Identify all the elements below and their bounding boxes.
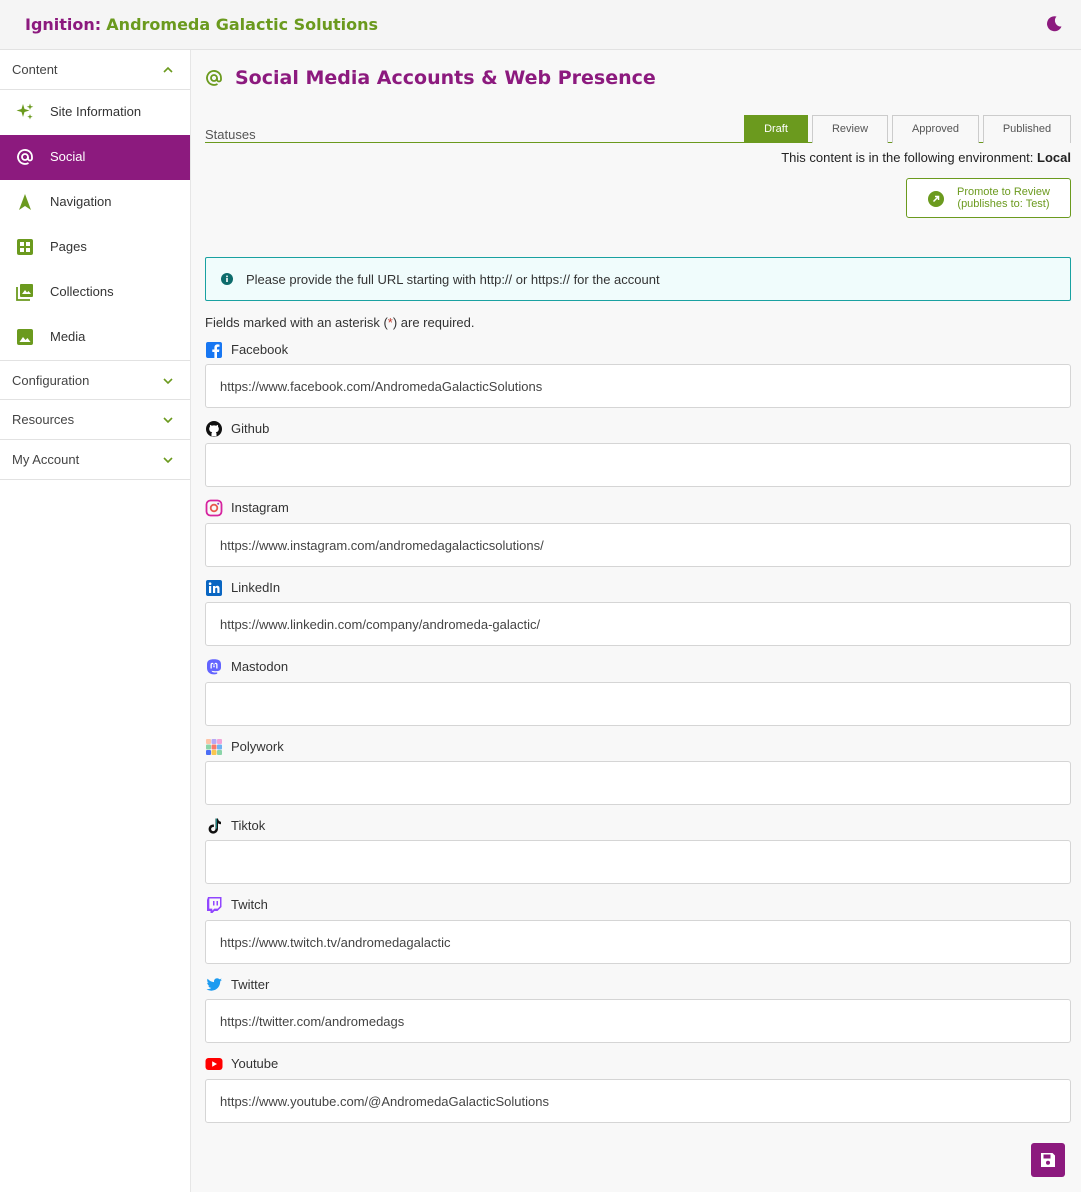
mastodon-icon [207,659,221,675]
sidebar-item-collections[interactable]: Collections [0,270,190,315]
sidebar-item-label: Navigation [50,194,112,209]
twitch-url-input[interactable] [205,920,1071,964]
required-note: Fields marked with an asterisk (*) are r… [205,315,475,330]
instagram-url-input[interactable] [205,523,1071,567]
sidebar-item-label: Collections [50,284,114,299]
save-button[interactable] [1031,1143,1065,1177]
collections-icon [16,284,33,301]
navigation-arrow-icon [19,194,31,210]
moon-icon[interactable] [1044,14,1064,34]
sidebar-item-label: Site Information [50,104,142,119]
sidebar: Content Site Information Social Navigati… [0,50,191,1192]
instagram-icon [205,499,223,517]
chevron-up-icon [163,66,173,73]
sidebar-section-content[interactable]: Content [0,50,190,90]
linkedin-url-input[interactable] [205,602,1071,646]
sidebar-item-pages[interactable]: Pages [0,225,190,270]
brand-prefix: Ignition: [25,15,102,34]
chevron-down-icon [163,417,173,424]
environment-notice: This content is in the following environ… [781,150,1071,165]
polywork-icon [206,739,222,755]
promote-line-2: (publishes to: Test) [957,198,1050,210]
info-text: Please provide the full URL starting wit… [246,272,660,287]
statuses-label: Statuses [205,127,256,142]
field-label-text: LinkedIn [231,580,281,595]
field-label-text: Instagram [231,500,289,515]
at-icon [206,70,222,86]
sidebar-item-label: Pages [50,239,87,254]
field-label-text: Mastodon [231,659,289,674]
tab-draft[interactable]: Draft [744,115,808,143]
field-label-text: Polywork [231,739,284,754]
polywork-url-input[interactable] [205,761,1071,805]
sparkles-icon [16,103,34,120]
pages-icon [17,239,33,255]
tab-approved[interactable]: Approved [892,115,979,143]
github-url-input[interactable] [205,443,1071,487]
tab-review[interactable]: Review [812,115,888,143]
info-alert: Please provide the full URL starting wit… [205,257,1071,301]
top-bar: Ignition: Andromeda Galactic Solutions [0,0,1081,50]
field-label-text: Facebook [231,342,289,357]
field-label-text: Tiktok [231,818,266,833]
field-label-text: Youtube [231,1056,279,1071]
status-tabs: Statuses Draft Review Approved Published [205,115,1071,143]
page-title-text: Social Media Accounts & Web Presence [235,67,656,89]
promote-to-review-button[interactable]: Promote to Review (publishes to: Test) [906,178,1071,218]
github-icon [206,421,222,437]
sidebar-section-resources[interactable]: Resources [0,400,190,440]
field-label-text: Twitch [231,897,268,912]
chevron-down-icon [163,457,173,464]
sidebar-item-media[interactable]: Media [0,315,190,360]
field-label-text: Twitter [231,977,270,992]
arrow-up-right-circle-icon [928,191,944,207]
twitter-icon [206,978,222,991]
sidebar-section-configuration[interactable]: Configuration [0,360,190,400]
sidebar-item-label: Social [50,149,86,164]
youtube-url-input[interactable] [205,1079,1071,1123]
required-pre: Fields marked with an asterisk ( [205,315,388,330]
youtube-icon [205,1058,223,1070]
linkedin-icon [206,580,222,596]
required-post: ) are required. [392,315,475,330]
sidebar-section-label: Content [12,62,58,77]
promote-line-1: Promote to Review [957,186,1050,198]
facebook-icon [206,342,222,358]
promote-label: Promote to Review (publishes to: Test) [957,186,1050,210]
sidebar-item-navigation[interactable]: Navigation [0,180,190,225]
sidebar-item-social[interactable]: Social [0,135,190,180]
sidebar-section-label: Resources [12,412,75,427]
brand-name: Andromeda Galactic Solutions [106,15,379,34]
sidebar-item-site-information[interactable]: Site Information [0,90,190,135]
info-icon [221,273,233,285]
environment-value: Local [1037,150,1071,165]
twitch-icon [207,897,222,913]
app-brand[interactable]: Ignition: Andromeda Galactic Solutions [25,15,378,34]
mastodon-url-input[interactable] [205,682,1071,726]
tiktok-icon [208,818,221,834]
environment-prefix: This content is in the following environ… [781,150,1034,165]
sidebar-item-label: Media [50,329,86,344]
sidebar-section-label: Configuration [12,373,90,388]
image-icon [17,329,33,345]
field-label-text: Github [231,421,270,436]
save-icon [1041,1153,1055,1167]
twitter-url-input[interactable] [205,999,1071,1043]
tiktok-url-input[interactable] [205,840,1071,884]
at-icon [17,149,33,165]
facebook-url-input[interactable] [205,364,1071,408]
tab-published[interactable]: Published [983,115,1071,143]
sidebar-section-my-account[interactable]: My Account [0,440,190,480]
chevron-down-icon [163,378,173,385]
sidebar-section-label: My Account [12,452,80,467]
